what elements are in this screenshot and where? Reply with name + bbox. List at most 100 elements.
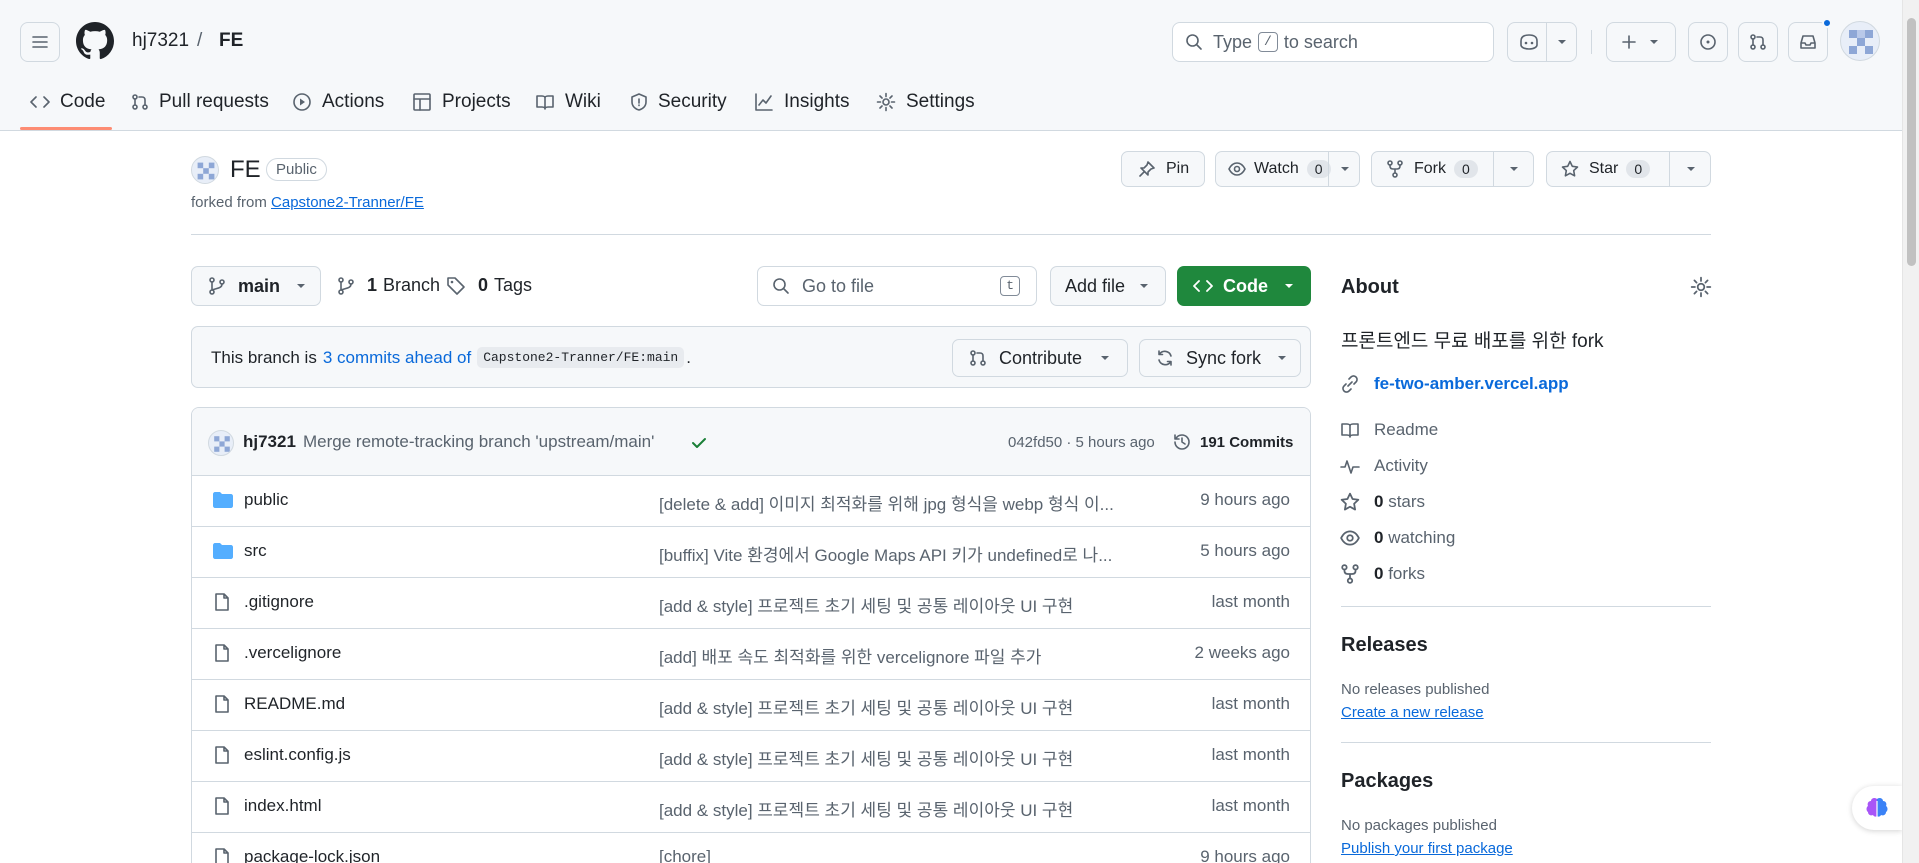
tab-projects[interactable]: Projects [412, 82, 511, 122]
tab-insights[interactable]: Insights [754, 82, 849, 122]
github-logo[interactable] [76, 22, 114, 60]
commits-count: 191 Commits [1200, 433, 1294, 451]
commits-ahead-link[interactable]: 3 commits ahead of [323, 348, 471, 368]
file-row[interactable]: src [buffix] Vite 환경에서 Google Maps API 키가… [192, 527, 1310, 578]
commit-hash-time[interactable]: 042fd50 · 5 hours ago [1008, 434, 1155, 451]
tags-link[interactable]: 0 Tags [446, 275, 532, 296]
eye-icon [1228, 162, 1246, 176]
packages-heading[interactable]: Packages [1341, 770, 1433, 793]
file-name[interactable]: index.html [244, 796, 321, 816]
issues-button[interactable] [1688, 22, 1728, 62]
inbox-button[interactable] [1788, 22, 1828, 62]
file-commit-message[interactable]: [buffix] Vite 환경에서 Google Maps API 키가 un… [659, 541, 1139, 566]
file-commit-message[interactable]: [add & style] 프로젝트 초기 세팅 및 공통 레이아웃 UI 구현 [659, 592, 1139, 617]
file-commit-message[interactable]: [add & style] 프로젝트 초기 세팅 및 공통 레이아웃 UI 구현 [659, 694, 1139, 719]
commits-link[interactable]: 191 Commits [1172, 432, 1293, 452]
file-name[interactable]: src [244, 541, 267, 561]
scrollbar-track[interactable] [1902, 0, 1919, 863]
search-input[interactable]: Type / to search [1172, 22, 1494, 62]
branch-selector[interactable]: main [191, 266, 321, 306]
stars-link[interactable]: 0 stars [1340, 492, 1425, 512]
add-file-label: Add file [1065, 275, 1126, 296]
file-name[interactable]: public [244, 490, 288, 510]
pin-button[interactable]: Pin [1121, 151, 1205, 187]
tag-label: Tags [494, 275, 533, 295]
contribute-button[interactable]: Contribute [952, 339, 1128, 377]
file-icon [215, 746, 229, 764]
forks-link[interactable]: 0 forks [1340, 564, 1425, 584]
add-file-button[interactable]: Add file [1050, 266, 1166, 306]
activity-link[interactable]: Activity [1340, 456, 1428, 476]
file-row[interactable]: eslint.config.js [add & style] 프로젝트 초기 세팅… [192, 731, 1310, 782]
tab-wiki[interactable]: Wiki [535, 82, 601, 122]
code-button[interactable]: Code [1177, 266, 1311, 306]
file-commit-date: last month [1211, 796, 1290, 815]
tab-label: Security [658, 91, 727, 112]
watchers-link[interactable]: 0 watching [1340, 528, 1455, 548]
file-name[interactable]: .gitignore [244, 592, 314, 612]
header-divider [1591, 30, 1592, 54]
file-commit-date: last month [1211, 592, 1290, 611]
gear-icon[interactable] [1690, 276, 1712, 298]
tab-security[interactable]: Security [630, 82, 727, 122]
avatar[interactable] [1840, 21, 1880, 61]
sync-fork-button[interactable]: Sync fork [1139, 339, 1301, 377]
repo-title[interactable]: FE [230, 156, 261, 184]
upstream-ref: Capstone2-Tranner/FE:main [477, 347, 685, 368]
file-name[interactable]: .vercelignore [244, 643, 341, 663]
breadcrumb-separator: / [197, 30, 203, 51]
file-row[interactable]: README.md [add & style] 프로젝트 초기 세팅 및 공통 레… [192, 680, 1310, 731]
publish-package-link[interactable]: Publish your first package [1341, 840, 1513, 857]
tab-pull-requests[interactable]: Pull requests [131, 82, 269, 122]
tab-actions[interactable]: Actions [292, 82, 384, 122]
chevron-down-icon [1510, 167, 1518, 171]
go-to-file-input[interactable]: Go to file t [757, 266, 1037, 306]
readme-link[interactable]: Readme [1340, 420, 1438, 440]
breadcrumb-repo[interactable]: FE [219, 28, 243, 54]
fork-button[interactable]: Fork 0 [1371, 151, 1534, 187]
commit-author[interactable]: hj7321 [243, 432, 296, 452]
commit-author-avatar[interactable] [208, 430, 234, 456]
breadcrumb-owner[interactable]: hj7321 [132, 28, 189, 54]
file-row[interactable]: .gitignore [add & style] 프로젝트 초기 세팅 및 공통 … [192, 578, 1310, 629]
star-button[interactable]: Star 0 [1546, 151, 1711, 187]
issue-opened-icon [1700, 34, 1716, 50]
tab-label: Code [60, 91, 106, 112]
file-row[interactable]: public [delete & add] 이미지 최적화를 위해 jpg 형식을… [192, 476, 1310, 527]
file-commit-message[interactable]: [add & style] 프로젝트 초기 세팅 및 공통 레이아웃 UI 구현 [659, 745, 1139, 770]
create-new-button[interactable] [1606, 22, 1676, 62]
file-row[interactable]: index.html [add & style] 프로젝트 초기 세팅 및 공통 … [192, 782, 1310, 833]
copilot-button[interactable] [1507, 22, 1577, 62]
website-link[interactable]: fe-two-amber.vercel.app [1340, 374, 1569, 394]
chevron-down-icon [1101, 356, 1110, 360]
file-name[interactable]: package-lock.json [244, 847, 380, 863]
watch-button[interactable]: Watch 0 [1215, 151, 1360, 187]
file-row[interactable]: .vercelignore [add] 배포 속도 최적화를 위한 verceli… [192, 629, 1310, 680]
releases-heading[interactable]: Releases [1341, 634, 1428, 657]
file-commit-message[interactable]: [add & style] 프로젝트 초기 세팅 및 공통 레이아웃 UI 구현 [659, 796, 1139, 821]
create-release-link[interactable]: Create a new release [1341, 704, 1484, 721]
file-commit-date: 9 hours ago [1200, 490, 1290, 509]
file-commit-message[interactable]: [chore] [659, 847, 1139, 863]
scrollbar-thumb[interactable] [1907, 18, 1916, 266]
file-name[interactable]: eslint.config.js [244, 745, 351, 765]
tab-code[interactable]: Code [30, 82, 105, 122]
branch-label: Branch [383, 275, 441, 295]
commit-message[interactable]: Merge remote-tracking branch 'upstream/m… [303, 432, 654, 452]
forked-from-link[interactable]: Capstone2-Tranner/FE [271, 194, 424, 211]
watch-count: 0 [1306, 160, 1331, 178]
fork-label: Fork [1414, 160, 1446, 177]
branches-link[interactable]: 1 Branch [337, 275, 440, 296]
star-icon [1561, 160, 1579, 177]
file-name[interactable]: README.md [244, 694, 345, 714]
global-header: hj7321 / FE Type / to search Code Pull r… [0, 0, 1902, 131]
pull-requests-button[interactable] [1738, 22, 1778, 62]
floating-assistant-button[interactable] [1852, 786, 1902, 830]
file-row[interactable]: package-lock.json [chore] 9 hours ago [192, 833, 1310, 863]
file-commit-message[interactable]: [delete & add] 이미지 최적화를 위해 jpg 형식을 webp … [659, 490, 1139, 515]
file-icon [215, 848, 229, 863]
tab-settings[interactable]: Settings [876, 82, 975, 122]
file-commit-message[interactable]: [add] 배포 속도 최적화를 위한 vercelignore 파일 추가 [659, 643, 1139, 668]
menu-button[interactable] [20, 22, 60, 62]
link-icon [1342, 375, 1358, 393]
